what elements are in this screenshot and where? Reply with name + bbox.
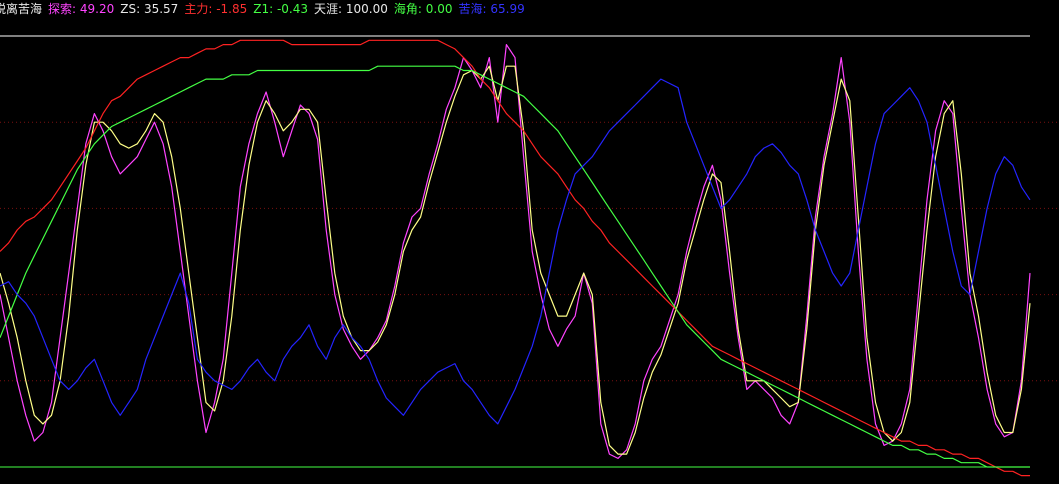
series-line-4 (0, 78, 1031, 425)
series-line-3 (0, 65, 1030, 468)
indicator-chart (0, 35, 1059, 477)
series-line-1 (0, 65, 1031, 455)
series-line-0 (0, 43, 1031, 459)
